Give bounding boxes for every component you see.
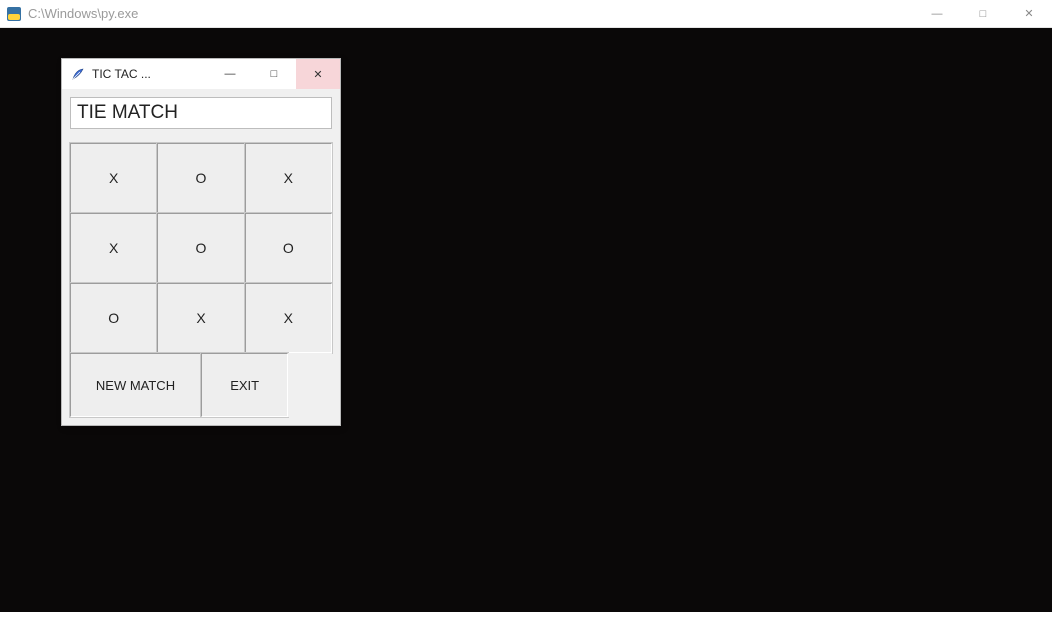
console-minimize-button[interactable]: —	[914, 0, 960, 28]
python-icon	[6, 6, 22, 22]
game-action-row: NEW MATCH EXIT	[70, 353, 332, 417]
feather-icon	[70, 66, 86, 82]
console-window-controls: — □ ✕	[914, 0, 1052, 28]
game-window-title: TIC TAC ...	[92, 67, 208, 81]
exit-button[interactable]: EXIT	[201, 353, 288, 417]
console-body: TIC TAC ... — □ ✕ X O X X O O O	[0, 28, 1052, 621]
game-board: X O X X O O O X X	[70, 143, 332, 353]
empty-slot	[288, 353, 332, 417]
status-field[interactable]	[70, 97, 332, 129]
game-maximize-button[interactable]: □	[252, 59, 296, 89]
board-cell-0-1[interactable]: O	[157, 143, 244, 213]
board-cell-2-0[interactable]: O	[70, 283, 157, 353]
game-window: TIC TAC ... — □ ✕ X O X X O O O	[61, 58, 341, 426]
board-cell-1-1[interactable]: O	[157, 213, 244, 283]
game-minimize-button[interactable]: —	[208, 59, 252, 89]
console-titlebar: C:\Windows\py.exe — □ ✕	[0, 0, 1052, 28]
spacer	[70, 129, 332, 143]
board-cell-0-0[interactable]: X	[70, 143, 157, 213]
console-title: C:\Windows\py.exe	[28, 6, 914, 21]
console-close-button[interactable]: ✕	[1006, 0, 1052, 28]
game-content: X O X X O O O X X NEW MATCH EXIT	[62, 89, 340, 425]
game-titlebar[interactable]: TIC TAC ... — □ ✕	[62, 59, 340, 89]
console-maximize-button[interactable]: □	[960, 0, 1006, 28]
console-footer	[0, 612, 1052, 621]
new-match-button[interactable]: NEW MATCH	[70, 353, 201, 417]
game-close-button[interactable]: ✕	[296, 59, 340, 89]
board-cell-2-2[interactable]: X	[245, 283, 332, 353]
board-cell-1-2[interactable]: O	[245, 213, 332, 283]
game-window-controls: — □ ✕	[208, 59, 340, 89]
board-cell-2-1[interactable]: X	[157, 283, 244, 353]
board-cell-1-0[interactable]: X	[70, 213, 157, 283]
board-cell-0-2[interactable]: X	[245, 143, 332, 213]
console-window: C:\Windows\py.exe — □ ✕ TIC TAC ... — □	[0, 0, 1052, 630]
